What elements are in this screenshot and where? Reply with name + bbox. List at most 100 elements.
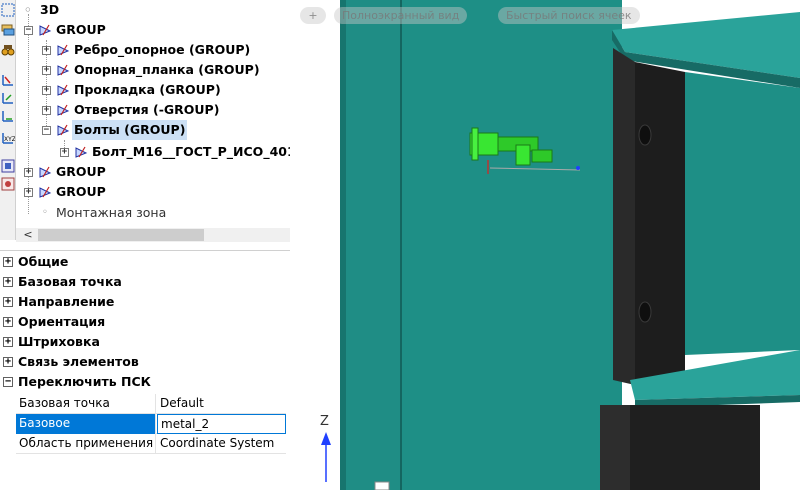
tree-horizontal-scrollbar[interactable]: < xyxy=(16,228,290,242)
expand-icon[interactable]: + xyxy=(42,66,51,75)
property-name: Базовое направление xyxy=(16,414,156,449)
category-label: Общие xyxy=(18,254,69,269)
tree-item-label: Отверстия (-GROUP) xyxy=(74,102,220,117)
category-direction[interactable]: + Направление xyxy=(0,292,290,312)
axis-x-icon[interactable] xyxy=(1,72,15,86)
collapse-icon[interactable]: − xyxy=(3,377,13,387)
group-icon xyxy=(56,83,70,97)
group-icon xyxy=(56,43,70,57)
properties-panel: + Общие + Базовая точка + Направление + … xyxy=(0,250,290,490)
expand-icon[interactable]: + xyxy=(3,357,13,367)
group-icon xyxy=(38,185,52,199)
axis-z-label: Z xyxy=(320,414,329,429)
root-dot-icon: ◦ xyxy=(24,3,32,17)
group-icon xyxy=(56,63,70,77)
tree-item-label: Опорная_планка (GROUP) xyxy=(74,62,260,77)
fullscreen-button[interactable]: Полноэкранный вид xyxy=(334,7,468,24)
property-row[interactable]: Базовая точка Default xyxy=(16,394,286,414)
expand-icon[interactable]: + xyxy=(3,297,13,307)
expand-icon[interactable]: + xyxy=(3,257,13,267)
lower-plate xyxy=(600,405,630,490)
bolt-hole xyxy=(638,124,652,146)
category-label: Направление xyxy=(18,294,115,309)
tree-item-label: Болты (GROUP) xyxy=(72,120,188,140)
object-tree: ◦ 3D − GROUP + Ребро_опорное (GROUP) + О… xyxy=(16,0,290,228)
settings-icon[interactable] xyxy=(1,176,15,191)
expand-icon[interactable]: + xyxy=(42,86,51,95)
category-label: Ориентация xyxy=(18,314,106,329)
property-row-selected[interactable]: Базовое направление metal_2 xyxy=(16,414,286,449)
tree-item-mount-zone[interactable]: ◦ Монтажная зона xyxy=(16,203,290,223)
tree-item-label: Ребро_опорное (GROUP) xyxy=(74,42,251,57)
tree-item-rebro[interactable]: + Ребро_опорное (GROUP) xyxy=(16,40,290,60)
group-icon xyxy=(56,123,70,137)
end-plate-side xyxy=(613,48,635,385)
category-hatching[interactable]: + Штриховка xyxy=(0,332,290,352)
tree-item-label: Болт_М16__ГОСТ_Р_ИСО_401 xyxy=(92,144,290,159)
expand-icon[interactable]: + xyxy=(42,46,51,55)
property-row[interactable]: Область применения Coordinate System xyxy=(16,434,286,454)
tree-root-label: 3D xyxy=(40,2,60,17)
left-toolbar: XYZ xyxy=(0,0,16,240)
tree-item-group-3[interactable]: + GROUP xyxy=(16,182,290,202)
property-name: Базовая точка xyxy=(16,394,156,414)
column-flange xyxy=(340,0,400,490)
axis-xyz-icon[interactable]: XYZ xyxy=(1,130,16,144)
tree-item-label: Прокладка (GROUP) xyxy=(74,82,221,97)
expand-icon[interactable]: + xyxy=(24,168,33,177)
tree-item-planka[interactable]: + Опорная_планка (GROUP) xyxy=(16,60,290,80)
category-label: Переключить ПСК xyxy=(18,374,151,389)
expand-icon[interactable]: + xyxy=(24,188,33,197)
expand-icon[interactable]: + xyxy=(3,277,13,287)
property-name: Область применения xyxy=(16,434,156,454)
property-value[interactable]: Coordinate System xyxy=(157,434,286,454)
zone-dot-icon: ◦ xyxy=(42,207,48,218)
category-switch-ucs[interactable]: − Переключить ПСК xyxy=(0,372,290,392)
add-button[interactable]: + xyxy=(300,7,326,24)
view-icon[interactable] xyxy=(1,158,15,173)
group-icon xyxy=(56,103,70,117)
end-plate xyxy=(635,62,685,385)
bolt-hole xyxy=(638,301,652,323)
tree-item-bolty[interactable]: − Болты (GROUP) xyxy=(16,120,290,140)
expand-icon[interactable]: + xyxy=(3,337,13,347)
category-label: Связь элементов xyxy=(18,354,139,369)
group-icon xyxy=(38,165,52,179)
svg-text:XYZ: XYZ xyxy=(4,136,15,143)
scroll-left-icon[interactable]: < xyxy=(22,229,34,241)
category-general[interactable]: + Общие xyxy=(0,252,290,272)
collapse-icon[interactable]: − xyxy=(42,126,51,135)
tree-item-otverstiya[interactable]: + Отверстия (-GROUP) xyxy=(16,100,290,120)
tree-item-label: GROUP xyxy=(56,164,106,179)
property-value[interactable]: Default xyxy=(157,394,286,414)
scrollbar-thumb[interactable] xyxy=(38,229,204,241)
category-base-point[interactable]: + Базовая точка xyxy=(0,272,290,292)
tree-item-label: GROUP xyxy=(56,184,106,199)
tree-item-label: Монтажная зона xyxy=(56,205,167,220)
tree-item-prokladka[interactable]: + Прокладка (GROUP) xyxy=(16,80,290,100)
model-view xyxy=(290,0,800,490)
tree-root[interactable]: ◦ 3D xyxy=(16,0,290,20)
layers-icon[interactable] xyxy=(1,22,15,36)
category-orientation[interactable]: + Ориентация xyxy=(0,312,290,332)
expand-icon[interactable]: + xyxy=(3,317,13,327)
select-icon[interactable] xyxy=(1,2,15,17)
tree-item-group-2[interactable]: + GROUP xyxy=(16,162,290,182)
group-icon xyxy=(74,145,88,159)
expand-icon[interactable]: + xyxy=(60,148,69,157)
beam-web xyxy=(685,72,800,355)
category-label: Базовая точка xyxy=(18,274,122,289)
category-label: Штриховка xyxy=(18,334,100,349)
axis-y-icon[interactable] xyxy=(1,90,15,104)
3d-viewport[interactable]: Z + Полноэкранный вид Быстрый поиск ячее… xyxy=(290,0,800,490)
category-element-link[interactable]: + Связь элементов xyxy=(0,352,290,372)
axis-z-icon[interactable] xyxy=(1,108,15,122)
tree-item-group[interactable]: − GROUP xyxy=(16,20,290,40)
property-value-input[interactable]: metal_2 xyxy=(157,414,286,434)
expand-icon[interactable]: + xyxy=(42,106,51,115)
binoculars-icon[interactable] xyxy=(1,42,15,56)
collapse-icon[interactable]: − xyxy=(24,26,33,35)
tree-item-bolt-m16[interactable]: + Болт_М16__ГОСТ_Р_ИСО_401 xyxy=(16,142,290,162)
group-icon xyxy=(38,23,52,37)
quick-search-button[interactable]: Быстрый поиск ячеек xyxy=(498,7,640,24)
